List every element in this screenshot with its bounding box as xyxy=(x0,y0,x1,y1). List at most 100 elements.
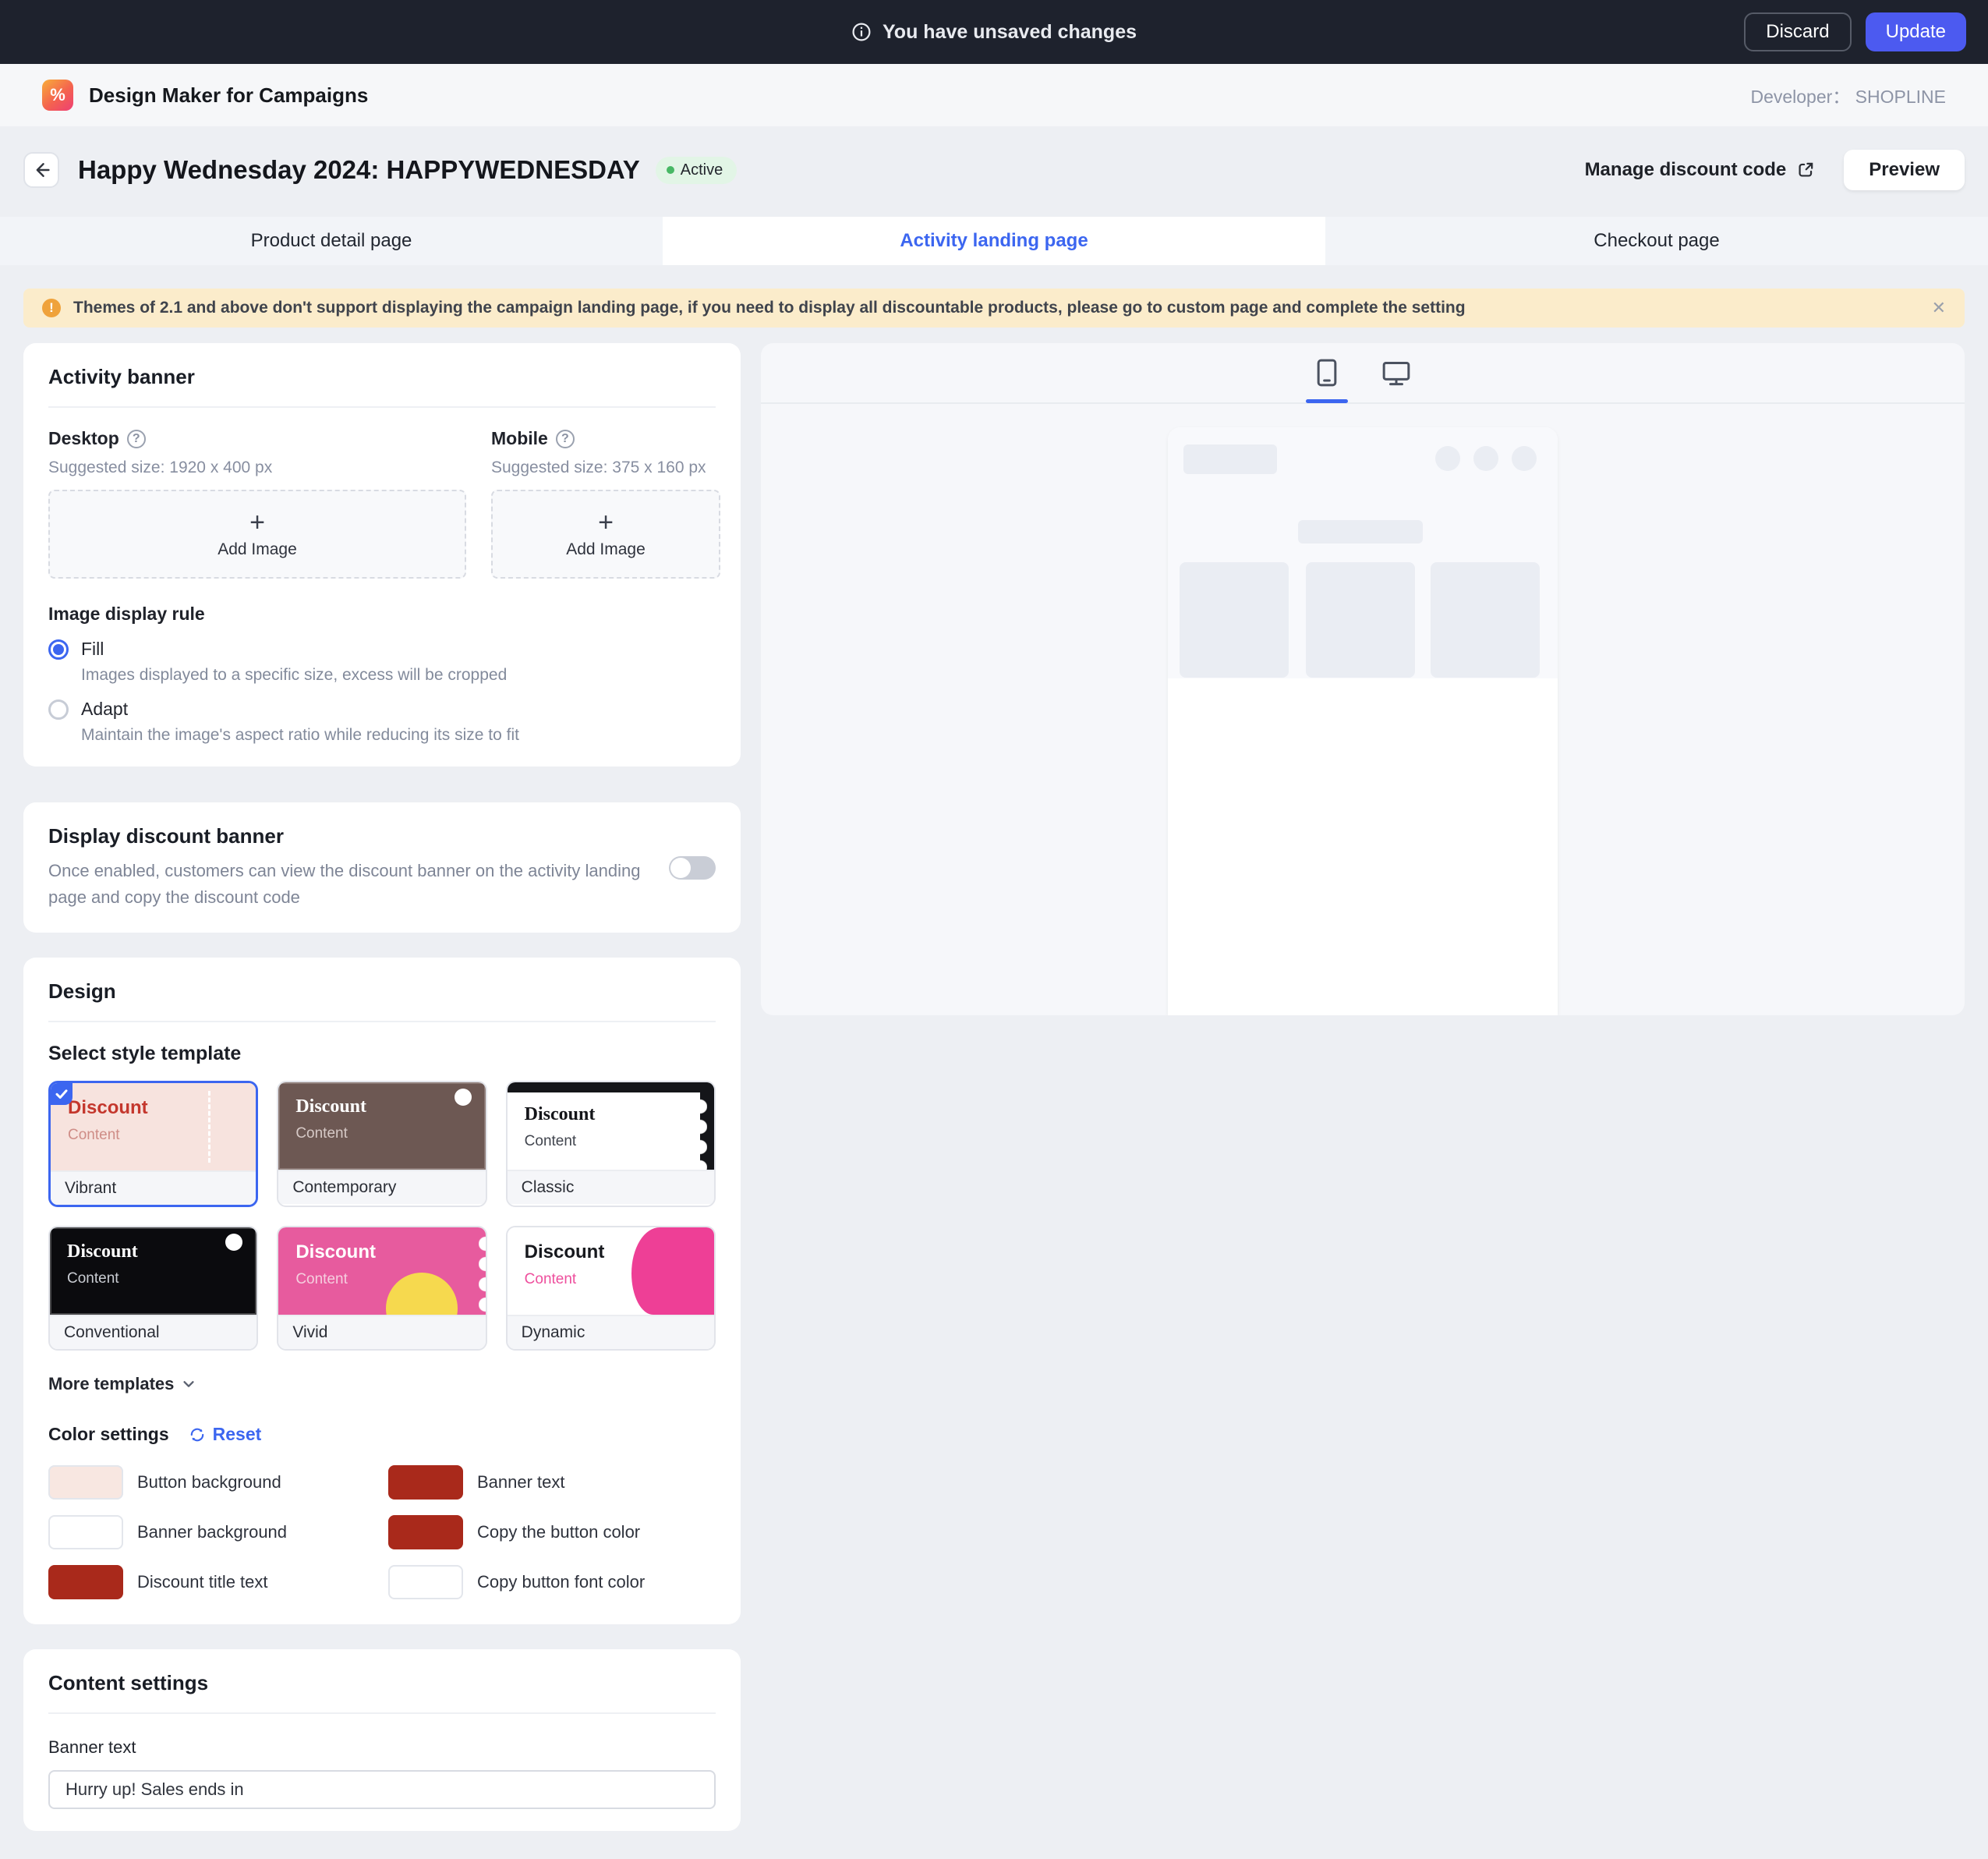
color-swatch[interactable] xyxy=(388,1465,463,1500)
desktop-preview-button[interactable] xyxy=(1381,343,1412,403)
preview-button[interactable]: Preview xyxy=(1844,150,1965,190)
arrow-left-icon xyxy=(32,161,51,179)
color-settings-header: Color settings Reset xyxy=(48,1424,716,1445)
mockup-nav-dot xyxy=(1435,446,1460,471)
color-setting-copy-button-font-color: Copy button font color xyxy=(388,1562,716,1602)
unsaved-changes-bar: You have unsaved changes Discard Update xyxy=(0,0,1988,64)
color-swatch[interactable] xyxy=(48,1515,123,1549)
mobile-banner-field: Mobile ? Suggested size: 375 x 160 px + … xyxy=(491,428,720,579)
display-discount-banner-heading: Display discount banner xyxy=(48,824,650,848)
close-icon[interactable]: ✕ xyxy=(1932,298,1946,318)
design-maker-app: You have unsaved changes Discard Update … xyxy=(0,0,1988,1859)
radio-fill-description: Images displayed to a specific size, exc… xyxy=(81,666,716,685)
mockup-product-placeholder xyxy=(1306,562,1415,678)
template-name: Vibrant xyxy=(51,1170,256,1205)
radio-icon[interactable] xyxy=(48,699,69,720)
add-image-label: Add Image xyxy=(566,540,646,559)
update-button[interactable]: Update xyxy=(1866,12,1966,51)
color-setting-copy-button-color: Copy the button color xyxy=(388,1512,716,1553)
select-style-template-label: Select style template xyxy=(48,1043,716,1065)
template-sample-title: Discount xyxy=(525,1104,714,1125)
divider xyxy=(48,406,716,408)
template-classic[interactable]: Discount Content Classic xyxy=(506,1081,716,1207)
desktop-banner-field: Desktop ? Suggested size: 1920 x 400 px … xyxy=(48,428,466,579)
template-dynamic[interactable]: Discount Content Dynamic xyxy=(506,1226,716,1351)
unsaved-message-text: You have unsaved changes xyxy=(883,21,1137,44)
display-banner-toggle[interactable] xyxy=(669,856,716,880)
template-sample-title: Discount xyxy=(525,1241,714,1263)
color-swatch[interactable] xyxy=(388,1565,463,1599)
mockup-product-placeholder xyxy=(1180,562,1289,678)
color-swatch[interactable] xyxy=(48,1565,123,1599)
mockup-logo-placeholder xyxy=(1183,444,1277,474)
chevron-down-icon xyxy=(182,1377,196,1391)
content-settings-heading: Content settings xyxy=(48,1671,716,1695)
radio-adapt-label: Adapt xyxy=(81,699,128,720)
tab-product-detail-page[interactable]: Product detail page xyxy=(0,217,663,265)
template-conventional[interactable]: Discount Content Conventional xyxy=(48,1226,258,1351)
help-icon[interactable]: ? xyxy=(127,430,146,448)
mobile-add-image-button[interactable]: + Add Image xyxy=(491,490,720,579)
app-title: Design Maker for Campaigns xyxy=(89,83,368,108)
design-heading: Design xyxy=(48,979,716,1004)
manage-discount-code-text: Manage discount code xyxy=(1585,159,1787,181)
color-setting-discount-title-text: Discount title text xyxy=(48,1562,388,1602)
reset-icon xyxy=(188,1425,207,1444)
tab-activity-landing-page[interactable]: Activity landing page xyxy=(663,217,1325,265)
manage-discount-code-link[interactable]: Manage discount code xyxy=(1585,159,1816,181)
radio-option-adapt[interactable]: Adapt xyxy=(48,699,716,720)
mockup-header-section xyxy=(1168,427,1558,678)
info-icon xyxy=(851,22,872,42)
reset-colors-link[interactable]: Reset xyxy=(188,1424,262,1445)
template-name: Conventional xyxy=(50,1315,256,1349)
activity-banner-heading: Activity banner xyxy=(48,365,716,389)
ticket-top-bar xyxy=(508,1082,714,1092)
template-vivid[interactable]: Discount Content Vivid xyxy=(277,1226,486,1351)
unsaved-message: You have unsaved changes xyxy=(851,21,1137,44)
content-columns: Activity banner Desktop ? Suggested size… xyxy=(23,343,1965,1859)
design-card: Design Select style template Discount Co… xyxy=(23,958,741,1624)
back-button[interactable] xyxy=(23,152,59,188)
reset-text: Reset xyxy=(213,1424,262,1445)
template-preview: Discount Content xyxy=(51,1083,256,1170)
tab-checkout-page[interactable]: Checkout page xyxy=(1325,217,1988,265)
desktop-suggested-size: Suggested size: 1920 x 400 px xyxy=(48,459,466,477)
status-badge: Active xyxy=(656,157,737,184)
color-settings-heading: Color settings xyxy=(48,1424,169,1445)
status-badge-text: Active xyxy=(681,161,723,179)
mobile-preview-button[interactable] xyxy=(1314,343,1340,403)
activity-banner-card: Activity banner Desktop ? Suggested size… xyxy=(23,343,741,767)
desktop-label: Desktop xyxy=(48,428,119,449)
template-contemporary[interactable]: Discount Content Contemporary xyxy=(277,1081,486,1207)
help-icon[interactable]: ? xyxy=(556,430,575,448)
status-dot xyxy=(667,166,674,174)
plus-icon: + xyxy=(598,509,614,536)
radio-option-fill[interactable]: Fill xyxy=(48,639,716,660)
more-templates-link[interactable]: More templates xyxy=(48,1374,196,1394)
radio-icon[interactable] xyxy=(48,639,69,660)
image-display-rule-heading: Image display rule xyxy=(48,604,716,625)
color-setting-banner-text: Banner text xyxy=(388,1462,716,1503)
template-vibrant[interactable]: Discount Content Vibrant xyxy=(48,1081,258,1207)
page-title: Happy Wednesday 2024: HAPPYWEDNESDAY xyxy=(78,155,640,185)
template-name: Dynamic xyxy=(508,1315,714,1349)
template-name: Contemporary xyxy=(278,1170,485,1204)
banner-text-input[interactable] xyxy=(48,1770,716,1809)
template-sample-content: Content xyxy=(67,1270,256,1287)
divider xyxy=(48,1712,716,1714)
mobile-suggested-size: Suggested size: 375 x 160 px xyxy=(491,459,720,477)
color-swatch[interactable] xyxy=(48,1465,123,1500)
mockup-nav-dot xyxy=(1512,446,1537,471)
color-swatch[interactable] xyxy=(388,1515,463,1549)
template-sample-content: Content xyxy=(525,1271,714,1288)
theme-warning-banner: ! Themes of 2.1 and above don't support … xyxy=(23,289,1965,328)
template-sample-title: Discount xyxy=(295,1241,485,1263)
title-actions: Manage discount code Preview xyxy=(1585,150,1965,190)
discard-button[interactable]: Discard xyxy=(1744,12,1851,51)
template-preview: Discount Content xyxy=(508,1082,714,1170)
ticket-scallop-edge xyxy=(700,1082,714,1170)
more-templates-text: More templates xyxy=(48,1374,174,1394)
warning-text: Themes of 2.1 and above don't support di… xyxy=(73,299,1919,317)
desktop-add-image-button[interactable]: + Add Image xyxy=(48,490,466,579)
divider xyxy=(48,1021,716,1022)
